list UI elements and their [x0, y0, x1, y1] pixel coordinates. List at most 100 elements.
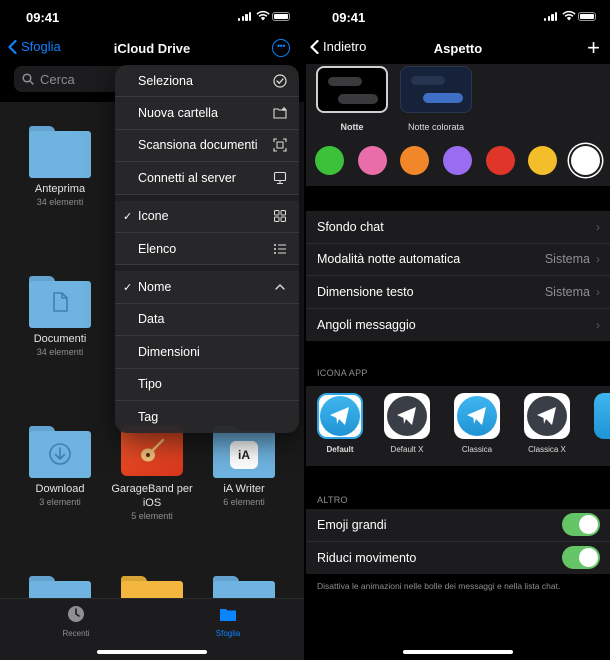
tab-label: Sfoglia [215, 629, 241, 638]
row-label: Dimensione testo [317, 284, 414, 299]
theme-preview [400, 66, 472, 113]
paper-plane-icon [397, 407, 416, 425]
status-time: 09:41 [26, 10, 60, 25]
menu-item-label: Tag [138, 410, 159, 425]
menu-item-tipo[interactable]: Tipo [115, 369, 299, 401]
file-name: iA Writer [223, 483, 265, 495]
row-label: Sfondo chat [317, 219, 384, 234]
file-meta: 34 elementi [36, 197, 84, 207]
color-swatch-yellow[interactable] [528, 146, 557, 175]
folder-icon [29, 126, 91, 178]
file-meta: 6 elementi [223, 497, 265, 507]
row-sfondo-chat[interactable]: Sfondo chat › [306, 211, 610, 244]
row-dimensione-testo[interactable]: Dimensione testo Sistema › [306, 276, 610, 309]
row-emoji-grandi: Emoji grandi [306, 509, 610, 542]
section-header-altro: ALTRO [317, 495, 348, 505]
cellular-signal-icon [544, 12, 558, 21]
color-swatch-pink[interactable] [358, 146, 387, 175]
app-icon-classica[interactable]: Classica [443, 393, 511, 454]
files-nav-bar: Sfoglia iCloud Drive ••• [0, 34, 304, 62]
paper-plane-icon [467, 407, 486, 425]
search-placeholder: Cerca [40, 71, 75, 87]
row-angoli-messaggio[interactable]: Angoli messaggio › [306, 309, 610, 342]
app-icon-preview [384, 393, 430, 439]
app-icon-preview [524, 393, 570, 439]
app-icon-label: Default X [390, 445, 424, 454]
row-value: Sistema [544, 284, 590, 299]
app-icon-partial[interactable] [584, 393, 610, 439]
telegram-appearance-screen: 09:41 Indietro Aspetto + Notte Notte col… [306, 0, 610, 660]
row-modalita-notte[interactable]: Modalità notte automatica Sistema › [306, 244, 610, 276]
riduci-movimento-toggle[interactable] [562, 546, 600, 570]
folder-documenti[interactable]: Documenti 34 elementi [15, 276, 105, 358]
status-bar: 09:41 [306, 0, 610, 34]
menu-item-label: Data [138, 312, 165, 327]
menu-item-elenco[interactable]: Elenco [115, 233, 299, 266]
folder-ia-writer[interactable]: iA iA Writer 6 elementi [199, 426, 289, 508]
chevron-up-icon [275, 284, 285, 290]
folder-ia-writer-icon: iA [213, 426, 275, 478]
menu-item-tag[interactable]: Tag [115, 401, 299, 433]
menu-item-label: Dimensioni [138, 344, 200, 359]
menu-item-icone[interactable]: ✓ Icone [115, 201, 299, 233]
file-name: Download [35, 483, 85, 495]
folder-garageband[interactable]: GarageBand per iOS 5 elementi [107, 426, 197, 522]
search-icon [22, 73, 34, 85]
color-swatch-orange[interactable] [400, 146, 429, 175]
theme-label: Notte colorata [407, 122, 465, 132]
tab-recenti[interactable]: Recenti [46, 605, 106, 638]
app-icon-label: Classica X [528, 445, 566, 454]
battery-icon [272, 12, 290, 21]
grid-icon [274, 210, 286, 223]
page-title: Aspetto [433, 41, 483, 56]
color-swatch-white-selected[interactable] [571, 146, 600, 175]
checkmark-icon: ✓ [123, 281, 133, 294]
app-icon-preview [317, 393, 363, 439]
footer-note: Disattiva le animazioni nelle bolle dei … [317, 581, 561, 591]
list-icon [274, 243, 286, 254]
folder-anteprima[interactable]: Anteprima 34 elementi [15, 126, 105, 208]
color-swatch-purple[interactable] [443, 146, 472, 175]
ia-writer-logo: iA [230, 441, 258, 469]
menu-item-label: Seleziona [138, 73, 193, 88]
row-label: Riduci movimento [317, 550, 417, 565]
color-swatch-green[interactable] [315, 146, 344, 175]
menu-item-label: Scansiona documenti [138, 138, 258, 153]
color-swatch-red[interactable] [486, 146, 515, 175]
wifi-icon [256, 10, 270, 21]
files-app-screen: 09:41 Sfoglia iCloud Drive ••• Cerca Ant… [0, 0, 304, 660]
appearance-nav-bar: Indietro Aspetto + [306, 34, 610, 62]
menu-item-scansiona[interactable]: Scansiona documenti [115, 130, 299, 163]
app-icon-classica-x[interactable]: Classica X [513, 393, 581, 454]
menu-item-dimensioni[interactable]: Dimensioni [115, 336, 299, 369]
section-header-icona-app: ICONA APP [317, 368, 368, 378]
menu-item-seleziona[interactable]: Seleziona [115, 65, 299, 98]
emoji-grandi-toggle[interactable] [562, 513, 600, 537]
menu-item-nuova-cartella[interactable]: Nuova cartella [115, 97, 299, 130]
home-indicator [403, 650, 513, 654]
menu-item-nome[interactable]: ✓ Nome [115, 271, 299, 304]
file-meta: 5 elementi [131, 511, 173, 521]
wifi-icon [562, 10, 576, 21]
menu-item-connetti[interactable]: Connetti al server [115, 162, 299, 195]
more-options-button[interactable]: ••• [272, 39, 290, 57]
document-scan-icon [273, 138, 287, 153]
folder-download[interactable]: Download 3 elementi [15, 426, 105, 508]
theme-notte-colorata[interactable]: Notte colorata [399, 66, 473, 132]
chevron-right-icon: › [596, 284, 600, 299]
app-icon-label: Classica [461, 445, 493, 454]
theme-preview [316, 66, 388, 113]
app-icon-default[interactable]: Default [306, 393, 374, 454]
theme-notte[interactable]: Notte [315, 66, 389, 132]
menu-item-label: Connetti al server [138, 170, 236, 185]
page-title: iCloud Drive [113, 41, 191, 56]
tab-sfoglia[interactable]: Sfoglia [198, 605, 258, 638]
app-icon-default-x[interactable]: Default X [373, 393, 441, 454]
menu-item-data[interactable]: Data [115, 304, 299, 337]
row-label: Emoji grandi [317, 517, 387, 532]
add-theme-button[interactable]: + [587, 35, 600, 61]
file-name: Documenti [33, 333, 87, 345]
tab-label: Recenti [62, 629, 90, 638]
row-label: Modalità notte automatica [317, 252, 461, 267]
status-bar: 09:41 [0, 0, 304, 34]
